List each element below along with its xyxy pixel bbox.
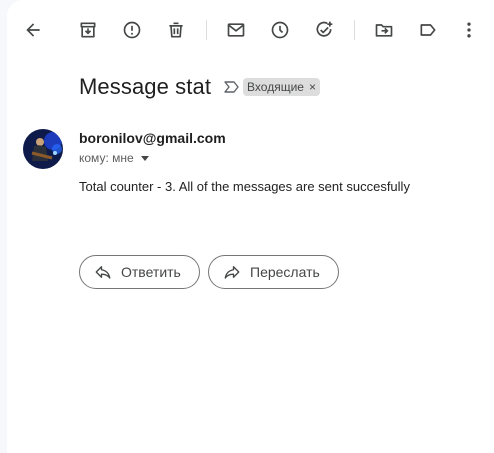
avatar[interactable] [23, 129, 63, 169]
toolbar-divider [354, 20, 355, 40]
message-panel: Message stat Входящие × boronilov@gmail.… [7, 0, 494, 453]
more-vert-icon [467, 22, 471, 38]
snooze-icon [271, 21, 289, 39]
back-arrow-icon [26, 23, 40, 37]
label-chip-text: Входящие [247, 80, 304, 94]
subject-row: Message stat Входящие × [79, 70, 320, 104]
mark-unread-icon [227, 23, 245, 37]
archive-icon [80, 22, 96, 38]
archive-button[interactable] [70, 12, 106, 48]
labels-icon [420, 24, 436, 36]
forward-icon [224, 266, 240, 279]
move-to-button[interactable] [366, 12, 402, 48]
report-spam-button[interactable] [114, 12, 150, 48]
back-button[interactable] [15, 12, 51, 48]
mark-unread-button[interactable] [218, 12, 254, 48]
importance-marker-icon[interactable] [223, 79, 239, 95]
snooze-button[interactable] [262, 12, 298, 48]
recipient-text: кому: мне [79, 151, 134, 165]
recipient-row: кому: мне [79, 151, 150, 165]
message-toolbar [7, 10, 494, 50]
reply-label: Ответить [121, 264, 181, 280]
add-to-tasks-icon [316, 21, 333, 37]
chevron-down-icon[interactable] [140, 153, 150, 163]
forward-label: Переслать [250, 264, 320, 280]
delete-icon [169, 22, 183, 38]
toolbar-divider [206, 20, 207, 40]
report-spam-icon [123, 21, 141, 39]
reply-button[interactable]: Ответить [79, 255, 200, 289]
add-to-tasks-button[interactable] [306, 12, 342, 48]
reply-icon [95, 266, 111, 279]
message-subject: Message stat [79, 74, 212, 99]
more-options-button[interactable] [451, 12, 487, 48]
forward-button[interactable]: Переслать [208, 255, 339, 289]
message-body: Total counter - 3. All of the messages a… [79, 179, 410, 194]
move-to-icon [375, 24, 393, 37]
sender-email[interactable]: boronilov@gmail.com [79, 130, 226, 146]
inbox-label-chip[interactable]: Входящие × [243, 78, 320, 96]
delete-button[interactable] [158, 12, 194, 48]
labels-button[interactable] [410, 12, 446, 48]
remove-label-icon[interactable]: × [309, 78, 316, 96]
